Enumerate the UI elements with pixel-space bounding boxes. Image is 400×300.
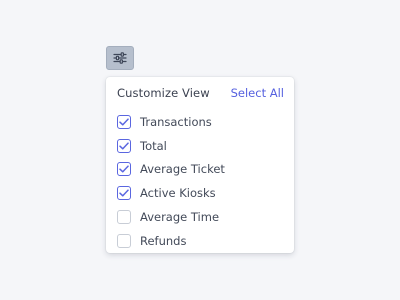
option-item-refunds[interactable]: Refunds [106,229,294,253]
checkmark-icon [119,189,129,197]
customize-view-panel: Customize View Select All Transactions T… [106,77,294,253]
checkmark-icon [119,142,129,150]
checkmark-icon [119,165,129,174]
option-item-average-ticket[interactable]: Average Ticket [106,158,294,182]
checkbox[interactable] [117,114,131,129]
option-item-active-kiosks[interactable]: Active Kiosks [106,181,294,205]
option-item-average-time[interactable]: Average Time [106,205,294,229]
option-label: Transactions [140,114,212,129]
option-label: Total [140,138,167,153]
option-label: Refunds [140,233,187,248]
panel-header: Customize View Select All [106,77,294,111]
option-item-total[interactable]: Total [106,134,294,158]
sliders-icon [113,52,127,64]
checkbox[interactable] [117,138,131,153]
checkbox[interactable] [117,186,131,201]
option-label: Average Ticket [140,162,225,177]
checkmark-icon [119,118,129,126]
column-option-list: Transactions Total Average Ticket Active… [106,110,294,253]
checkbox[interactable] [117,210,131,225]
checkbox[interactable] [117,162,131,177]
checkbox[interactable] [117,233,131,248]
option-label: Average Time [140,210,220,225]
select-all-link[interactable]: Select All [231,86,284,100]
panel-title: Customize View [117,86,210,100]
option-label: Active Kiosks [140,186,216,201]
page: Customize View Select All Transactions T… [0,0,400,300]
option-item-transactions[interactable]: Transactions [106,110,294,134]
customize-view-toggle-button[interactable] [106,46,134,70]
